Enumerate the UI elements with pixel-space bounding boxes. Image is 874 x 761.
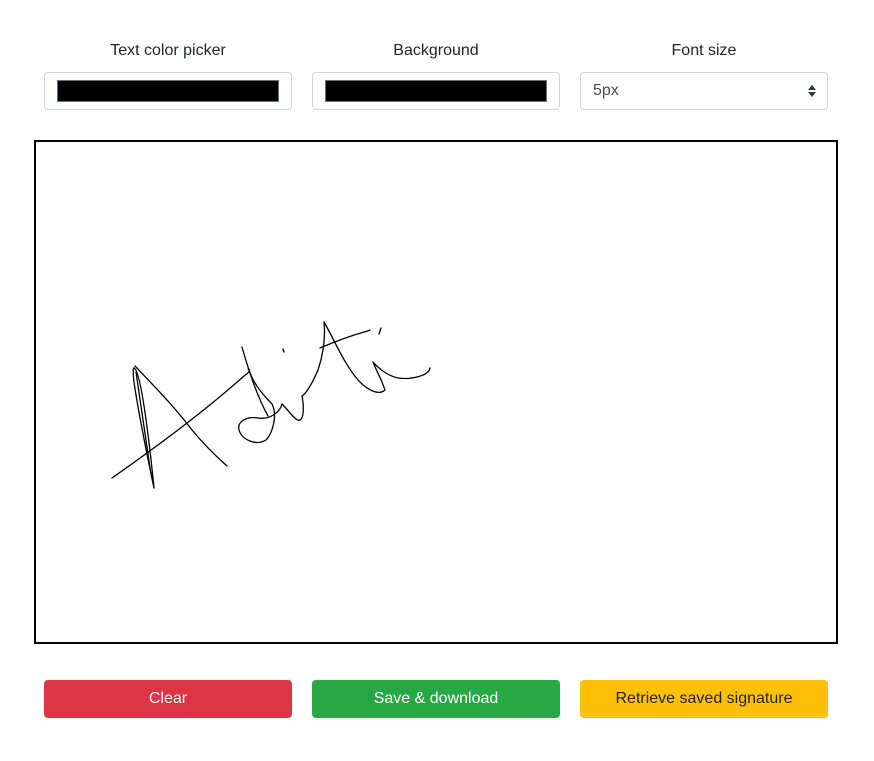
retrieve-signature-button[interactable]: Retrieve saved signature <box>580 680 828 718</box>
signature-stroke-a-left-second <box>135 371 153 479</box>
text-color-control: Text color picker <box>44 40 292 110</box>
signature-drawing <box>111 321 431 489</box>
signature-stroke-i-two <box>372 361 431 391</box>
background-color-swatch <box>325 80 547 102</box>
text-color-picker[interactable] <box>44 72 292 110</box>
signature-stroke-t-stem <box>301 321 386 397</box>
save-download-button[interactable]: Save & download <box>312 680 560 718</box>
signature-stroke-i-dot-two <box>378 327 382 335</box>
font-size-select[interactable]: 5px <box>580 72 828 110</box>
signature-pad-page: Text color picker Background Font size 5… <box>0 0 874 761</box>
font-size-label: Font size <box>671 42 737 59</box>
signature-strokes <box>111 321 431 489</box>
signature-stroke-i-dot-one <box>282 348 285 353</box>
select-arrows-icon <box>808 85 816 97</box>
font-size-selected-value: 5px <box>593 82 619 99</box>
background-label: Background <box>393 42 479 59</box>
clear-button[interactable]: Clear <box>44 680 292 718</box>
background-control: Background <box>312 40 560 110</box>
signature-stroke-t-bar <box>319 329 371 349</box>
signature-stroke-i-one <box>281 395 304 421</box>
signature-stroke-d-bowl <box>238 368 283 444</box>
background-color-picker[interactable] <box>312 72 560 110</box>
signature-stroke-a-crossbar <box>111 368 250 479</box>
font-size-control: Font size 5px <box>580 40 828 110</box>
signature-stroke-d-stem <box>241 346 269 417</box>
text-color-swatch <box>57 80 279 102</box>
text-color-label: Text color picker <box>110 42 226 59</box>
controls-row: Text color picker Background Font size 5… <box>44 40 828 112</box>
action-buttons: Clear Save & download Retrieve saved sig… <box>44 680 828 718</box>
signature-canvas[interactable] <box>34 140 838 644</box>
